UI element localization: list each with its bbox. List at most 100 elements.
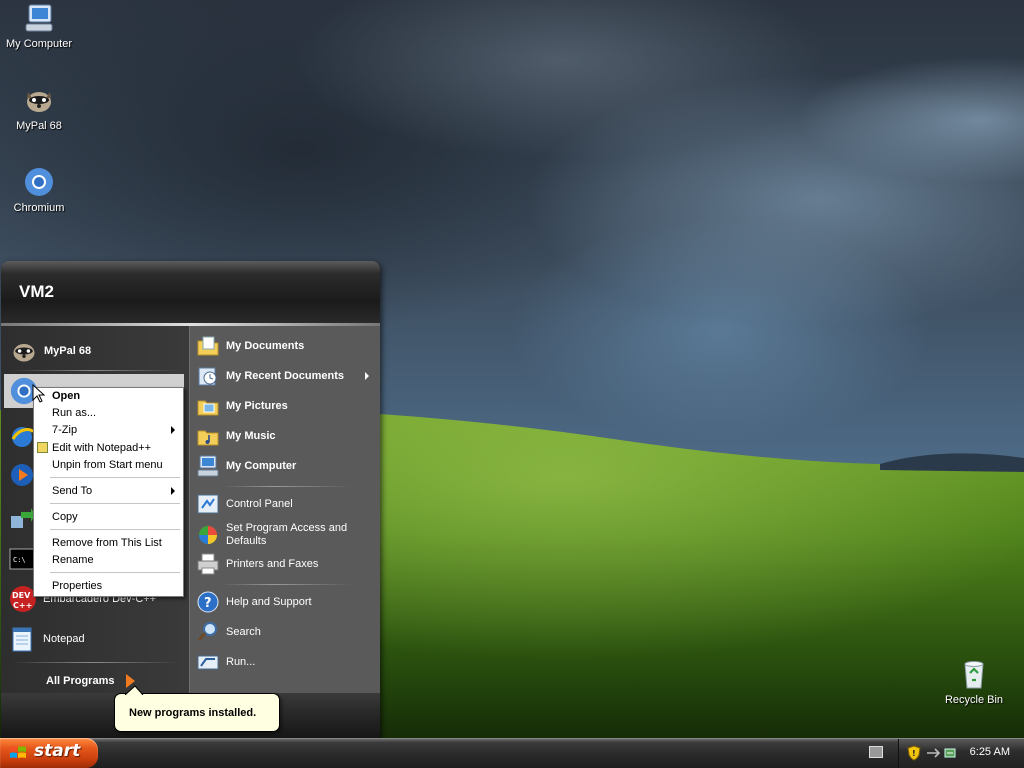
submenu-arrow-icon [171,426,175,434]
user-name: VM2 [19,282,54,301]
start-item-label: Run... [226,656,256,668]
left-separator [10,662,178,663]
context-item-7zip[interactable]: 7-Zip [52,422,180,438]
help-icon: ? [196,590,220,614]
start-item-my-pictures[interactable]: My Pictures [196,393,374,419]
desktop-icon-my-computer[interactable]: My Computer [1,2,77,50]
program-defaults-icon [196,523,220,547]
start-item-label: Notepad [43,633,85,645]
context-item-run-as[interactable]: Run as... [52,405,96,421]
context-item-label: Copy [52,511,78,523]
desktop-icon-recycle-bin[interactable]: Recycle Bin [936,658,1012,706]
start-item-search[interactable]: Search [196,619,374,645]
security-shield-icon[interactable]: ! [907,745,921,761]
start-item-label: My Music [226,430,276,442]
start-item-label: Set Program Access and Defaults [226,522,348,547]
notepad-icon [9,625,37,653]
start-item-mypal[interactable]: MyPal 68 [10,336,91,366]
start-item-label: My Documents [226,340,305,352]
right-separator [222,584,352,585]
search-icon [196,620,220,644]
balloon-text: New programs installed. [129,707,257,719]
svg-text:?: ? [204,596,212,611]
command-prompt-icon[interactable]: C:\ [9,546,35,572]
context-separator [50,529,180,530]
start-item-my-music[interactable]: My Music [196,423,374,449]
start-item-program-defaults[interactable]: Set Program Access and Defaults [196,520,374,550]
printer-icon [196,552,220,576]
submenu-arrow-icon [171,487,175,495]
context-item-send-to[interactable]: Send To [52,483,92,499]
desktop-icon-label: MyPal 68 [16,120,62,132]
start-item-label: Help and Support [226,596,312,608]
my-music-icon [196,424,220,448]
context-item-open[interactable]: Open [52,388,80,404]
desktop-icon-chromium[interactable]: Chromium [1,166,77,214]
context-separator [50,503,180,504]
chromium-icon [23,166,55,198]
start-label: start [34,741,81,761]
desktop-icon-mypal[interactable]: MyPal 68 [1,84,77,132]
start-item-my-computer[interactable]: My Computer [196,453,374,479]
context-item-rename[interactable]: Rename [52,552,94,568]
start-menu-header: VM2 [1,261,380,323]
notepadpp-icon [37,442,48,453]
internet-explorer-icon[interactable] [9,424,35,450]
context-item-label: Open [52,390,81,402]
recent-documents-icon [196,364,220,388]
computer-icon [23,2,55,34]
my-documents-icon [196,334,220,358]
context-item-label: Send To [52,485,93,497]
system-tray: ! 6:25 AM [898,739,1024,768]
context-item-label: Remove from This List [52,537,162,549]
context-item-label: Properties [52,580,103,592]
start-item-label: Printers and Faxes [226,558,319,570]
mypal-icon [23,84,55,116]
control-panel-icon [196,492,220,516]
mypal-icon [10,337,38,365]
start-item-printers[interactable]: Printers and Faxes [196,551,374,577]
svg-text:C:\: C:\ [13,556,26,564]
context-item-unpin[interactable]: Unpin from Start menu [52,457,163,473]
all-programs-label: All Programs [46,675,115,687]
submenu-arrow-icon [365,372,369,380]
clock[interactable]: 6:25 AM [970,746,1010,758]
start-item-label: My Recent Documents [226,370,344,382]
context-item-edit-notepadpp[interactable]: Edit with Notepad++ [52,440,151,456]
balloon-pointer [124,685,144,695]
keyboard-icon[interactable] [869,746,883,758]
start-item-my-recent-documents[interactable]: My Recent Documents [196,363,374,389]
recycle-bin-icon [958,658,990,690]
transfer-wizard-icon[interactable] [9,506,35,532]
desktop-icon-label: My Computer [5,38,73,50]
my-pictures-icon [196,394,220,418]
context-item-label: Run as... [52,407,97,419]
right-separator [222,486,352,487]
media-player-icon[interactable] [9,462,35,488]
context-item-label: Unpin from Start menu [52,459,163,471]
safely-remove-hardware-icon[interactable] [943,746,957,760]
context-item-label: 7-Zip [52,424,78,436]
new-programs-balloon[interactable]: New programs installed. [114,693,280,732]
run-icon [196,650,220,674]
start-item-control-panel[interactable]: Control Panel [196,491,374,517]
start-item-my-documents[interactable]: My Documents [196,333,374,359]
start-item-label: Search [226,626,261,638]
svg-text:!: ! [912,749,916,758]
start-item-run[interactable]: Run... [196,649,374,675]
context-item-copy[interactable]: Copy [52,509,78,525]
context-separator [50,572,180,573]
start-item-label: My Computer [226,460,297,472]
start-item-help[interactable]: ? Help and Support [196,589,374,615]
network-icon[interactable] [925,746,941,760]
left-separator [10,370,178,371]
context-menu: Open Run as... 7-Zip Edit with Notepad++… [33,387,184,597]
start-button[interactable]: start [0,738,98,768]
context-item-remove[interactable]: Remove from This List [52,535,162,551]
context-item-properties[interactable]: Properties [52,578,102,594]
desktop-icon-label: Recycle Bin [944,694,1004,706]
computer-icon [196,454,220,478]
start-item-notepad[interactable]: Notepad [9,624,85,654]
svg-text:C++: C++ [13,601,32,610]
context-item-label: Rename [52,554,94,566]
